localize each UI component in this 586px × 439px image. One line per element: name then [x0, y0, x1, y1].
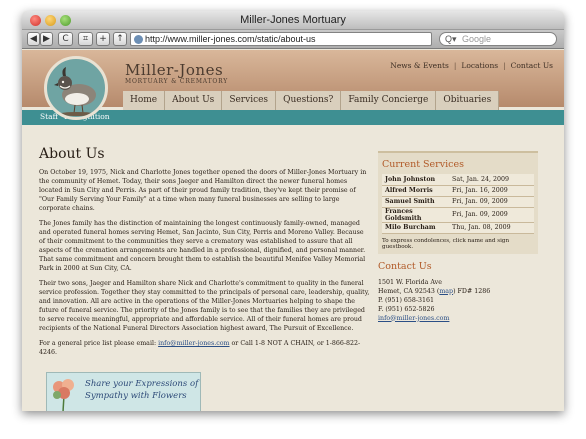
- brand-name[interactable]: Miller-Jones: [125, 61, 223, 79]
- condolences-note: To express condolences, click name and s…: [382, 237, 510, 250]
- contact-phone: P. (951) 658-3161: [378, 296, 435, 304]
- service-date: Sat, Jan. 24, 2009: [449, 174, 534, 186]
- price-list-text: For a general price list please email:: [39, 340, 159, 347]
- map-link[interactable]: map: [439, 288, 453, 295]
- flower-bouquet-icon: [53, 379, 74, 411]
- nav-services[interactable]: Services: [222, 91, 277, 110]
- services-table: John Johnston Sat, Jan. 24, 2009 Alfred …: [382, 174, 534, 234]
- search-placeholder: Google: [462, 34, 492, 44]
- site-header: Miller-Jones MORTUARY & CREMATORY News &…: [22, 50, 564, 120]
- brand-tagline: MORTUARY & CREMATORY: [125, 78, 228, 85]
- page-title: About Us: [39, 146, 105, 162]
- globe-icon: [134, 35, 143, 44]
- contact-fax: F. (951) 652-5826: [378, 305, 435, 313]
- contact-info: 1501 W. Florida Ave Hemet, CA 92543 (map…: [378, 278, 538, 323]
- nav-questions[interactable]: Questions?: [276, 91, 342, 110]
- paragraph-history: On October 19, 1975, Nick and Charlotte …: [39, 169, 367, 212]
- add-bookmark-button[interactable]: +: [96, 32, 110, 46]
- reload-button[interactable]: C: [58, 32, 73, 46]
- table-row[interactable]: John Johnston Sat, Jan. 24, 2009: [382, 174, 534, 186]
- locations-link[interactable]: Locations: [456, 61, 503, 70]
- magnifier-icon: Q▾: [445, 34, 457, 44]
- sidebar: Current Services John Johnston Sat, Jan.…: [378, 151, 538, 323]
- service-date: Thu, Jan. 08, 2009: [449, 222, 534, 234]
- address-text: http://www.miller-jones.com/static/about…: [145, 34, 316, 44]
- webclip-button[interactable]: ⌗: [78, 32, 93, 46]
- service-name[interactable]: Alfred Morris: [382, 185, 449, 197]
- contact-us-heading: Contact Us: [378, 260, 432, 272]
- current-services-panel: Current Services John Johnston Sat, Jan.…: [378, 151, 538, 254]
- service-date: Fri, Jan. 09, 2009: [449, 196, 534, 208]
- quail-bird-icon: [54, 67, 96, 116]
- paragraph-sons: Their two sons, Jaeger and Hamilton shar…: [39, 280, 370, 332]
- service-name[interactable]: John Johnston: [382, 174, 449, 186]
- back-button[interactable]: ◀: [27, 32, 40, 46]
- quail-logo[interactable]: [44, 56, 108, 120]
- banner-line-1: Share your Expressions of: [85, 379, 199, 389]
- banner-line-2: Sympathy with Flowers: [85, 391, 187, 401]
- window-title: Miller-Jones Mortuary: [240, 14, 346, 26]
- share-button[interactable]: ↑: [113, 32, 127, 46]
- service-name[interactable]: Milo Burcham: [382, 222, 449, 234]
- price-list-email-link[interactable]: info@miller-jones.com: [158, 340, 229, 347]
- service-date: Fri, Jan. 09, 2009: [449, 207, 534, 223]
- paragraph-price-list: For a general price list please email: i…: [39, 339, 370, 357]
- browser-toolbar: ◀ ▶ C ⌗ + ↑ http://www.miller-jones.com/…: [22, 30, 564, 49]
- forward-button[interactable]: ▶: [40, 32, 53, 46]
- search-input[interactable]: Q▾ Google: [439, 32, 557, 46]
- subnav-staff[interactable]: Staff: [40, 112, 58, 121]
- browser-window: Miller-Jones Mortuary ◀ ▶ C ⌗ + ↑ http:/…: [22, 11, 564, 411]
- about-content: On October 19, 1975, Nick and Charlotte …: [39, 168, 370, 363]
- service-date: Fri, Jan. 16, 2009: [449, 185, 534, 197]
- nav-about-us[interactable]: About Us: [165, 91, 223, 110]
- service-name[interactable]: Samuel Smith: [382, 196, 449, 208]
- nav-obituaries[interactable]: Obituaries: [436, 91, 500, 110]
- main-nav: Home About Us Services Questions? Family…: [123, 91, 500, 110]
- service-name[interactable]: Frances Goldsmith: [382, 207, 449, 223]
- table-row[interactable]: Frances Goldsmith Fri, Jan. 09, 2009: [382, 207, 534, 223]
- contact-address: 1501 W. Florida Ave: [378, 278, 442, 286]
- utility-nav: News & Events | Locations | Contact Us: [385, 61, 558, 70]
- sympathy-flowers-banner[interactable]: Share your Expressions of Sympathy with …: [46, 372, 201, 411]
- banner-text: Share your Expressions of Sympathy with …: [85, 378, 198, 402]
- web-page: Miller-Jones MORTUARY & CREMATORY News &…: [22, 50, 564, 411]
- sub-nav: Staff Recognition: [22, 110, 564, 125]
- table-row[interactable]: Milo Burcham Thu, Jan. 08, 2009: [382, 222, 534, 234]
- contact-city: Hemet, CA 92543 (map) FD# 1286: [378, 287, 538, 296]
- contact-email-link[interactable]: info@miller-jones.com: [378, 315, 449, 322]
- city-text: Hemet, CA 92543 (: [378, 287, 440, 295]
- paragraph-family-owned: The Jones family has the distinction of …: [39, 220, 366, 272]
- title-bar: Miller-Jones Mortuary: [22, 11, 564, 30]
- news-events-link[interactable]: News & Events: [385, 61, 454, 70]
- contact-us-link[interactable]: Contact Us: [506, 61, 558, 70]
- address-bar[interactable]: http://www.miller-jones.com/static/about…: [130, 32, 432, 46]
- table-row[interactable]: Alfred Morris Fri, Jan. 16, 2009: [382, 185, 534, 197]
- nav-family-concierge[interactable]: Family Concierge: [341, 91, 437, 110]
- current-services-heading: Current Services: [382, 159, 464, 170]
- nav-home[interactable]: Home: [123, 91, 166, 110]
- table-row[interactable]: Samuel Smith Fri, Jan. 09, 2009: [382, 196, 534, 208]
- license-text: ) FD# 1286: [453, 287, 491, 295]
